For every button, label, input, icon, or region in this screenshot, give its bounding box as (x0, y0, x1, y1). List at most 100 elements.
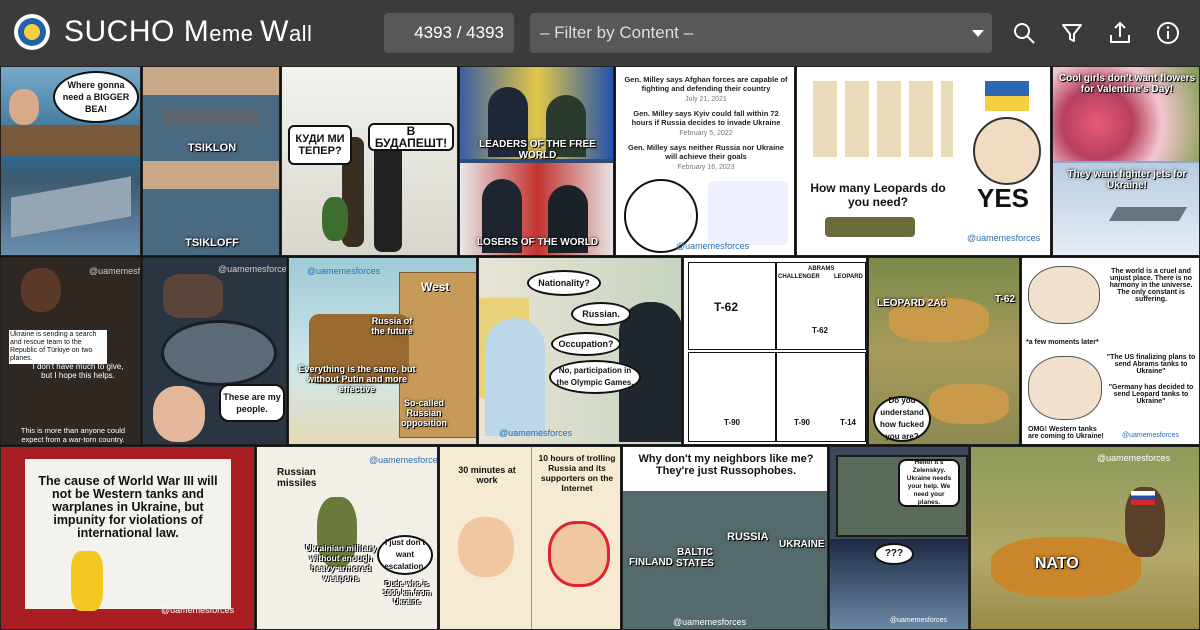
watermark: @uamemesforces (307, 266, 381, 276)
caption-top: Cool girls don't want flowers for Valent… (1058, 73, 1196, 95)
watermark: @uamemesforces (890, 617, 947, 624)
meme-tile[interactable]: LEOPARD 2A6 T-62 Do you understand how f… (868, 257, 1020, 445)
meme-tile[interactable]: The world is a cruel and unjust place. T… (1021, 257, 1200, 445)
meme-tile[interactable]: @uamemesforces These are my people. (142, 257, 287, 445)
label-future: Russia of the future (371, 316, 413, 336)
content-filter-select[interactable]: – Filter by Content – (530, 13, 992, 53)
filter-placeholder: – Filter by Content – (540, 23, 694, 42)
meme-tile[interactable]: LEADERS OF THE FREE WORLD LOSERS OF THE … (459, 66, 614, 256)
caption-1: Ukraine is sending a search and rescue t… (9, 330, 107, 364)
meme-tile[interactable]: TSIKLON TSIKLOFF (142, 66, 280, 256)
watermark: @uamemesforces (89, 266, 141, 276)
text-cruel: The world is a cruel and unjust place. T… (1109, 268, 1193, 303)
meme-tile[interactable]: Nationality? Russian. Occupation? No, pa… (478, 257, 682, 445)
watermark: @uamemesforces (676, 241, 750, 251)
label-missiles: Russian missiles (277, 467, 317, 489)
meme-tile[interactable]: @uamemesforces West Russia of the future… (288, 257, 477, 445)
speech-bubble-left: КУДИ МИ ТЕПЕР? (288, 125, 352, 165)
label-t90-a: T-90 (724, 418, 741, 427)
meme-tile[interactable]: How many Leopards do you need? YES @uame… (796, 66, 1051, 256)
label-abrams: ABRAMS (808, 266, 835, 272)
label-west: West (421, 280, 450, 294)
meme-tile[interactable]: 30 minutes at work 10 hours of trolling … (439, 446, 621, 630)
caption-2: I don't have much to give, but I hope th… (32, 362, 124, 380)
caption-right: 10 hours of trolling Russia and its supp… (538, 453, 616, 493)
bubble-nationality: Nationality? (527, 270, 601, 296)
question-text: How many Leopards do you need? (810, 181, 946, 209)
label-dude: Dude who is 1000 km from Ukraine (382, 579, 432, 606)
watermark: @uamemesforces (1122, 432, 1179, 439)
meme-tile[interactable]: Why don't my neighbors like me? They're … (622, 446, 828, 630)
label-leopard: LEOPARD (834, 274, 863, 280)
label-same: Everything is the same, but without Puti… (298, 364, 416, 394)
label-nato: NATO (1035, 555, 1079, 572)
speech-bubble: Hello! It's Zelenskyy. Ukraine needs you… (898, 459, 960, 507)
meme-tile[interactable]: The cause of World War III will not be W… (0, 446, 255, 630)
speech-bubble: I just don't want escalation. (377, 535, 433, 575)
text-leopard: "Germany has decided to send Leopard tan… (1108, 384, 1194, 405)
text-omg: OMG! Western tanks are coming to Ukraine… (1028, 426, 1104, 440)
date-1: July 21, 2021 (685, 96, 727, 103)
caption-top: TSIKLON (187, 142, 237, 154)
watermark: @uamemesforces (499, 428, 573, 438)
label-russia: RUSSIA (727, 531, 769, 543)
meme-tile[interactable]: T-62 CHALLENGER ABRAMS LEOPARD T-62 T-90… (683, 257, 867, 445)
app-title: SUCHO Meme Wall (64, 15, 313, 48)
text-later: *a few moments later* (1026, 339, 1099, 346)
meme-tile[interactable]: Gen. Milley says Afghan forces are capab… (615, 66, 795, 256)
meme-counter: 4393 / 4393 (384, 13, 514, 53)
label-opposition: So-called Russian opposition (401, 398, 447, 428)
label-leopard: LEOPARD 2A6 (877, 298, 947, 309)
meme-tile[interactable]: Hello! It's Zelenskyy. Ukraine needs you… (829, 446, 969, 630)
caption-top: LEADERS OF THE FREE WORLD (479, 139, 596, 161)
text-abrams: "The US finalizing plans to send Abrams … (1106, 354, 1196, 375)
date-2: February 5, 2022 (679, 130, 733, 137)
caption-left: 30 minutes at work (458, 465, 516, 485)
label-military: Ukrainian military without enough heavy … (305, 543, 377, 583)
caption-3: This is more than anyone could expect fr… (20, 426, 126, 444)
caption-bottom: TSIKLOFF (185, 237, 239, 249)
meme-tile[interactable]: Cool girls don't want flowers for Valent… (1052, 66, 1200, 256)
watermark: @uamemesforces (161, 605, 235, 615)
headline-3: Gen. Milley says neither Russia nor Ukra… (628, 143, 784, 161)
label-finland: FINLAND (629, 557, 673, 568)
meme-tile[interactable]: КУДИ МИ ТЕПЕР? В БУДАПЕШТ! (281, 66, 458, 256)
speech-bubble: These are my people. (219, 384, 285, 422)
bubble-russian: Russian. (571, 302, 631, 326)
search-icon[interactable] (1011, 20, 1037, 46)
headline-1: Gen. Milley says Afghan forces are capab… (624, 75, 788, 93)
label-t62-small: T-62 (812, 326, 829, 335)
meme-tile[interactable]: @uamemesforces NATO (970, 446, 1200, 630)
label-baltic: BALTIC STATES (676, 547, 714, 569)
bubble-occupation: Occupation? (551, 332, 621, 356)
date-3: February 16, 2023 (677, 164, 735, 171)
label-ukraine: UKRAINE (779, 539, 825, 550)
speech-bubble-right: В БУДАПЕШТ! (368, 123, 454, 151)
watermark: @uamemesforces (673, 617, 747, 627)
meme-tile[interactable]: @uamemesforces Russian missiles Ukrainia… (256, 446, 438, 630)
chevron-down-icon (972, 30, 984, 37)
top-bar: SUCHO Meme Wall 4393 / 4393 – Filter by … (0, 0, 1200, 66)
question-bubble: ??? (874, 543, 914, 565)
bubble-answer: No, participation in the Olympic Games. (549, 360, 641, 394)
label-t14: T-14 (840, 418, 857, 427)
speech-bubble: Where gonna need a BIGGER BEA! (53, 71, 139, 123)
label-t62: T-62 (714, 300, 739, 314)
headline-2: Gen. Milley says Kyiv could fall within … (631, 109, 781, 127)
answer-text: YES (977, 183, 1030, 213)
watermark: @uamemesforces (1097, 453, 1171, 463)
meme-grid: Where gonna need a BIGGER BEA! TSIKLON T… (0, 66, 1200, 630)
speech-bubble: Do you understand how fucked you are? (873, 396, 931, 442)
upload-icon[interactable] (1107, 20, 1133, 46)
label-t62: T-62 (995, 294, 1016, 305)
info-icon[interactable] (1155, 20, 1181, 46)
label-t90-b: T-90 (794, 418, 811, 427)
sucho-logo[interactable] (14, 14, 50, 50)
meme-tile[interactable]: @uamemesforces Ukraine is sending a sear… (0, 257, 141, 445)
caption-bottom: They want fighter jets for Ukraine! (1067, 169, 1187, 191)
meme-tile[interactable]: Where gonna need a BIGGER BEA! (0, 66, 141, 256)
meme-title: Why don't my neighbors like me? They're … (638, 453, 814, 477)
watermark: @uamemesforces (967, 233, 1041, 243)
caption-bottom: LOSERS OF THE WORLD (476, 237, 599, 248)
filter-icon[interactable] (1059, 20, 1085, 46)
